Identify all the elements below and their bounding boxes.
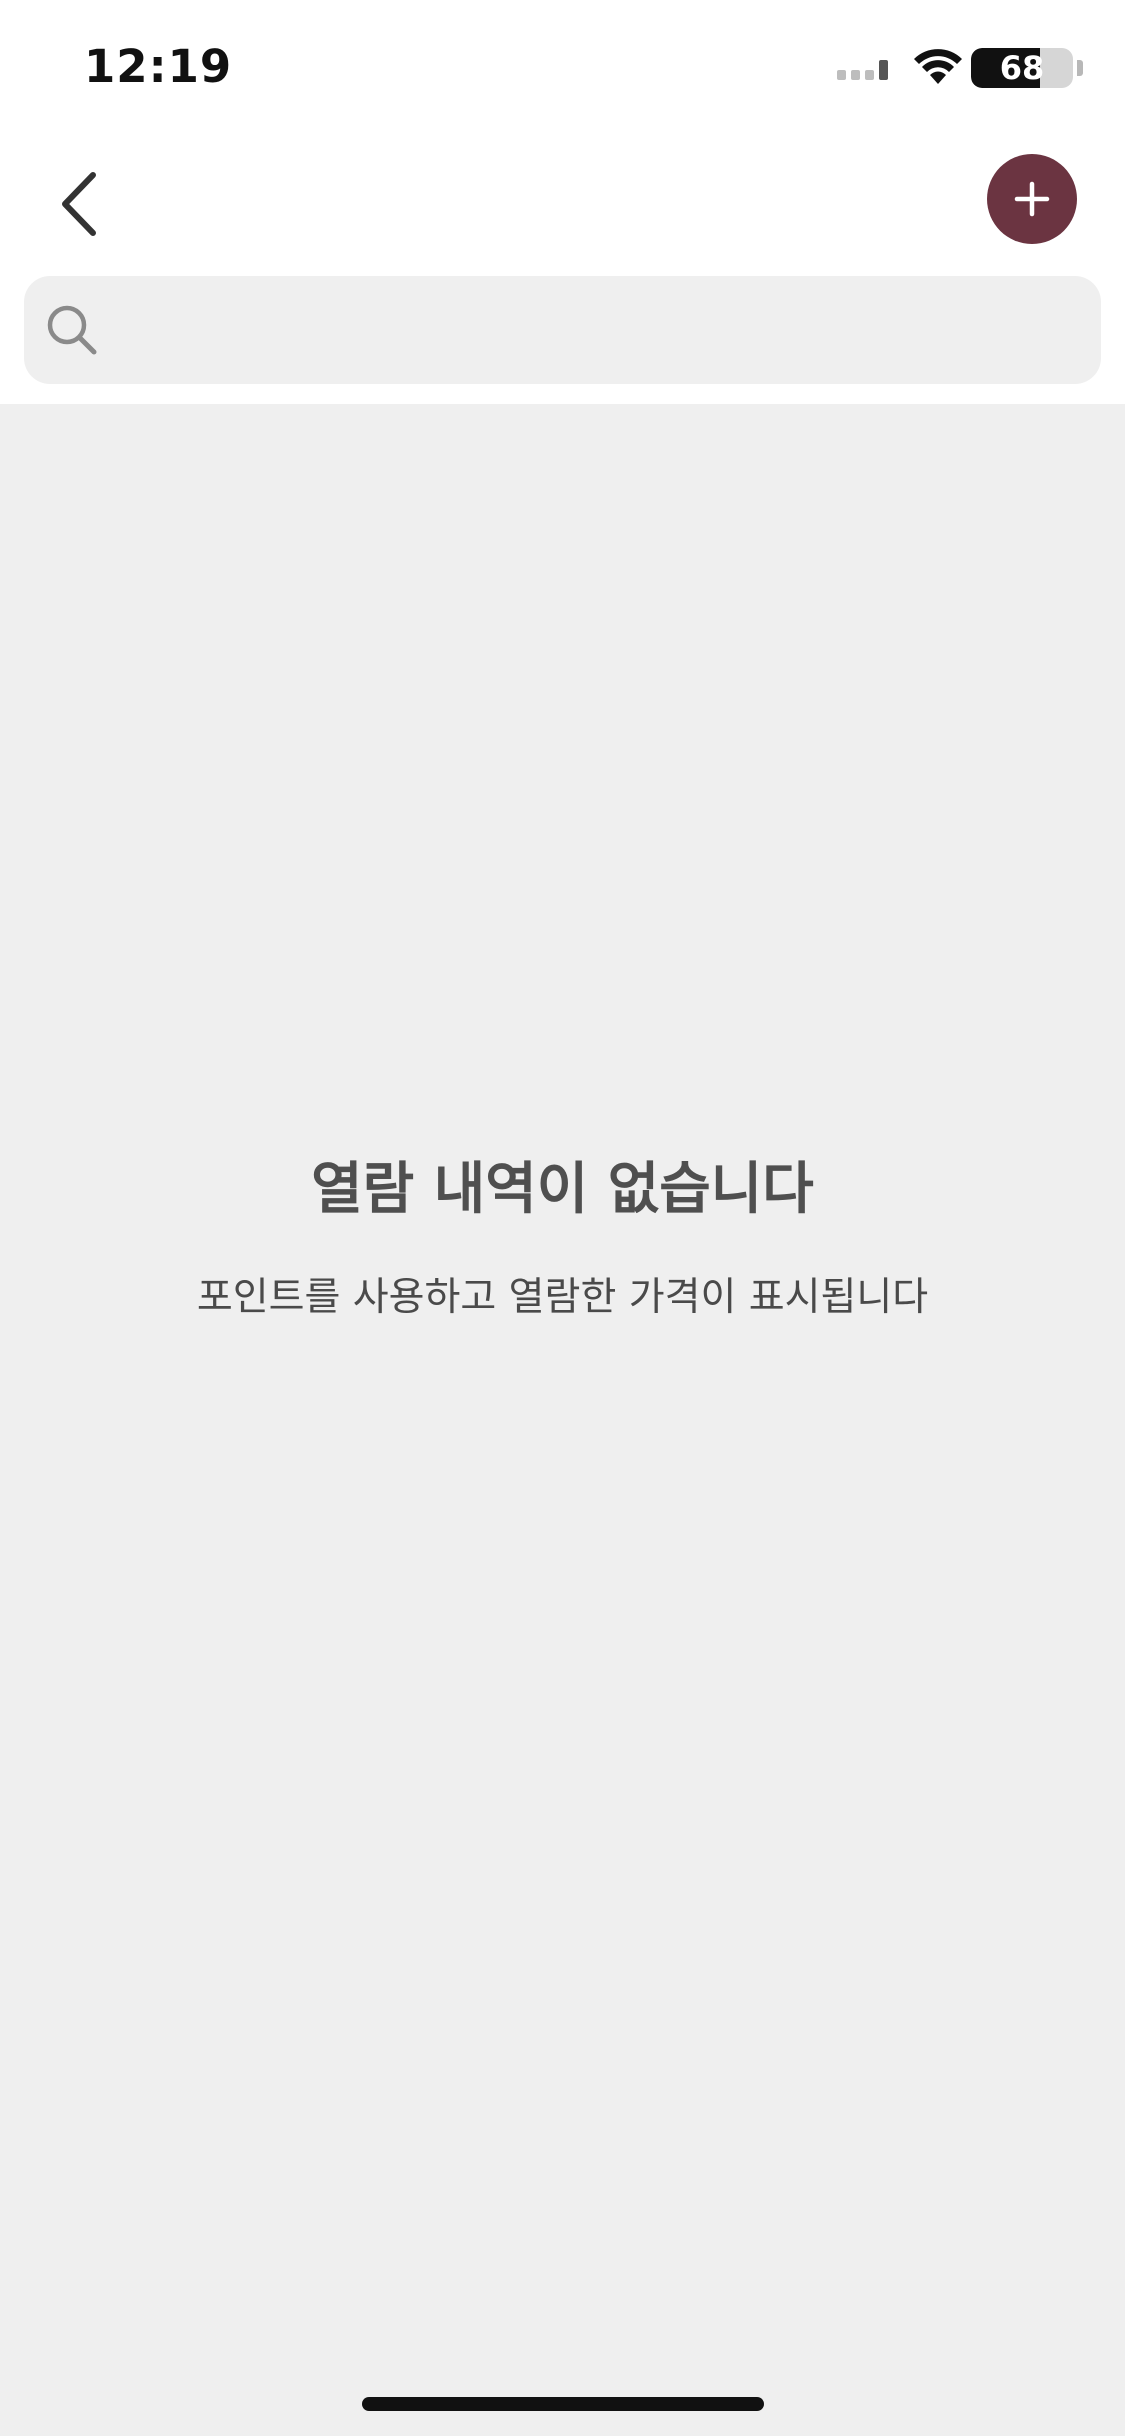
chevron-left-icon: [62, 172, 96, 236]
cellular-signal-icon: [837, 60, 888, 80]
search-bar[interactable]: [24, 276, 1101, 384]
empty-state-title: 열람 내역이 없습니다: [311, 1157, 814, 1222]
back-button[interactable]: [44, 162, 114, 246]
search-input[interactable]: [114, 276, 1074, 384]
status-icons: 68: [823, 46, 1083, 94]
nav-bar: [0, 138, 1125, 270]
battery-tip: [1077, 60, 1083, 76]
add-button[interactable]: [987, 154, 1077, 244]
battery-level: 68: [999, 49, 1045, 87]
plus-icon: [1014, 181, 1050, 217]
search-icon: [47, 305, 97, 355]
status-bar: 12:19 68: [0, 0, 1125, 138]
status-time: 12:19: [84, 40, 233, 93]
battery-icon: 68: [971, 48, 1083, 88]
battery-body: 68: [971, 48, 1073, 88]
screen: 12:19 68 열람 내역이 없습니다 포인트를 사용하고 열람한 가격이 표…: [0, 0, 1125, 2436]
home-indicator[interactable]: [362, 2397, 764, 2411]
content-area: [0, 404, 1125, 2436]
empty-state-subtitle: 포인트를 사용하고 열람한 가격이 표시됩니다: [196, 1275, 929, 1320]
wifi-icon: [914, 49, 962, 84]
